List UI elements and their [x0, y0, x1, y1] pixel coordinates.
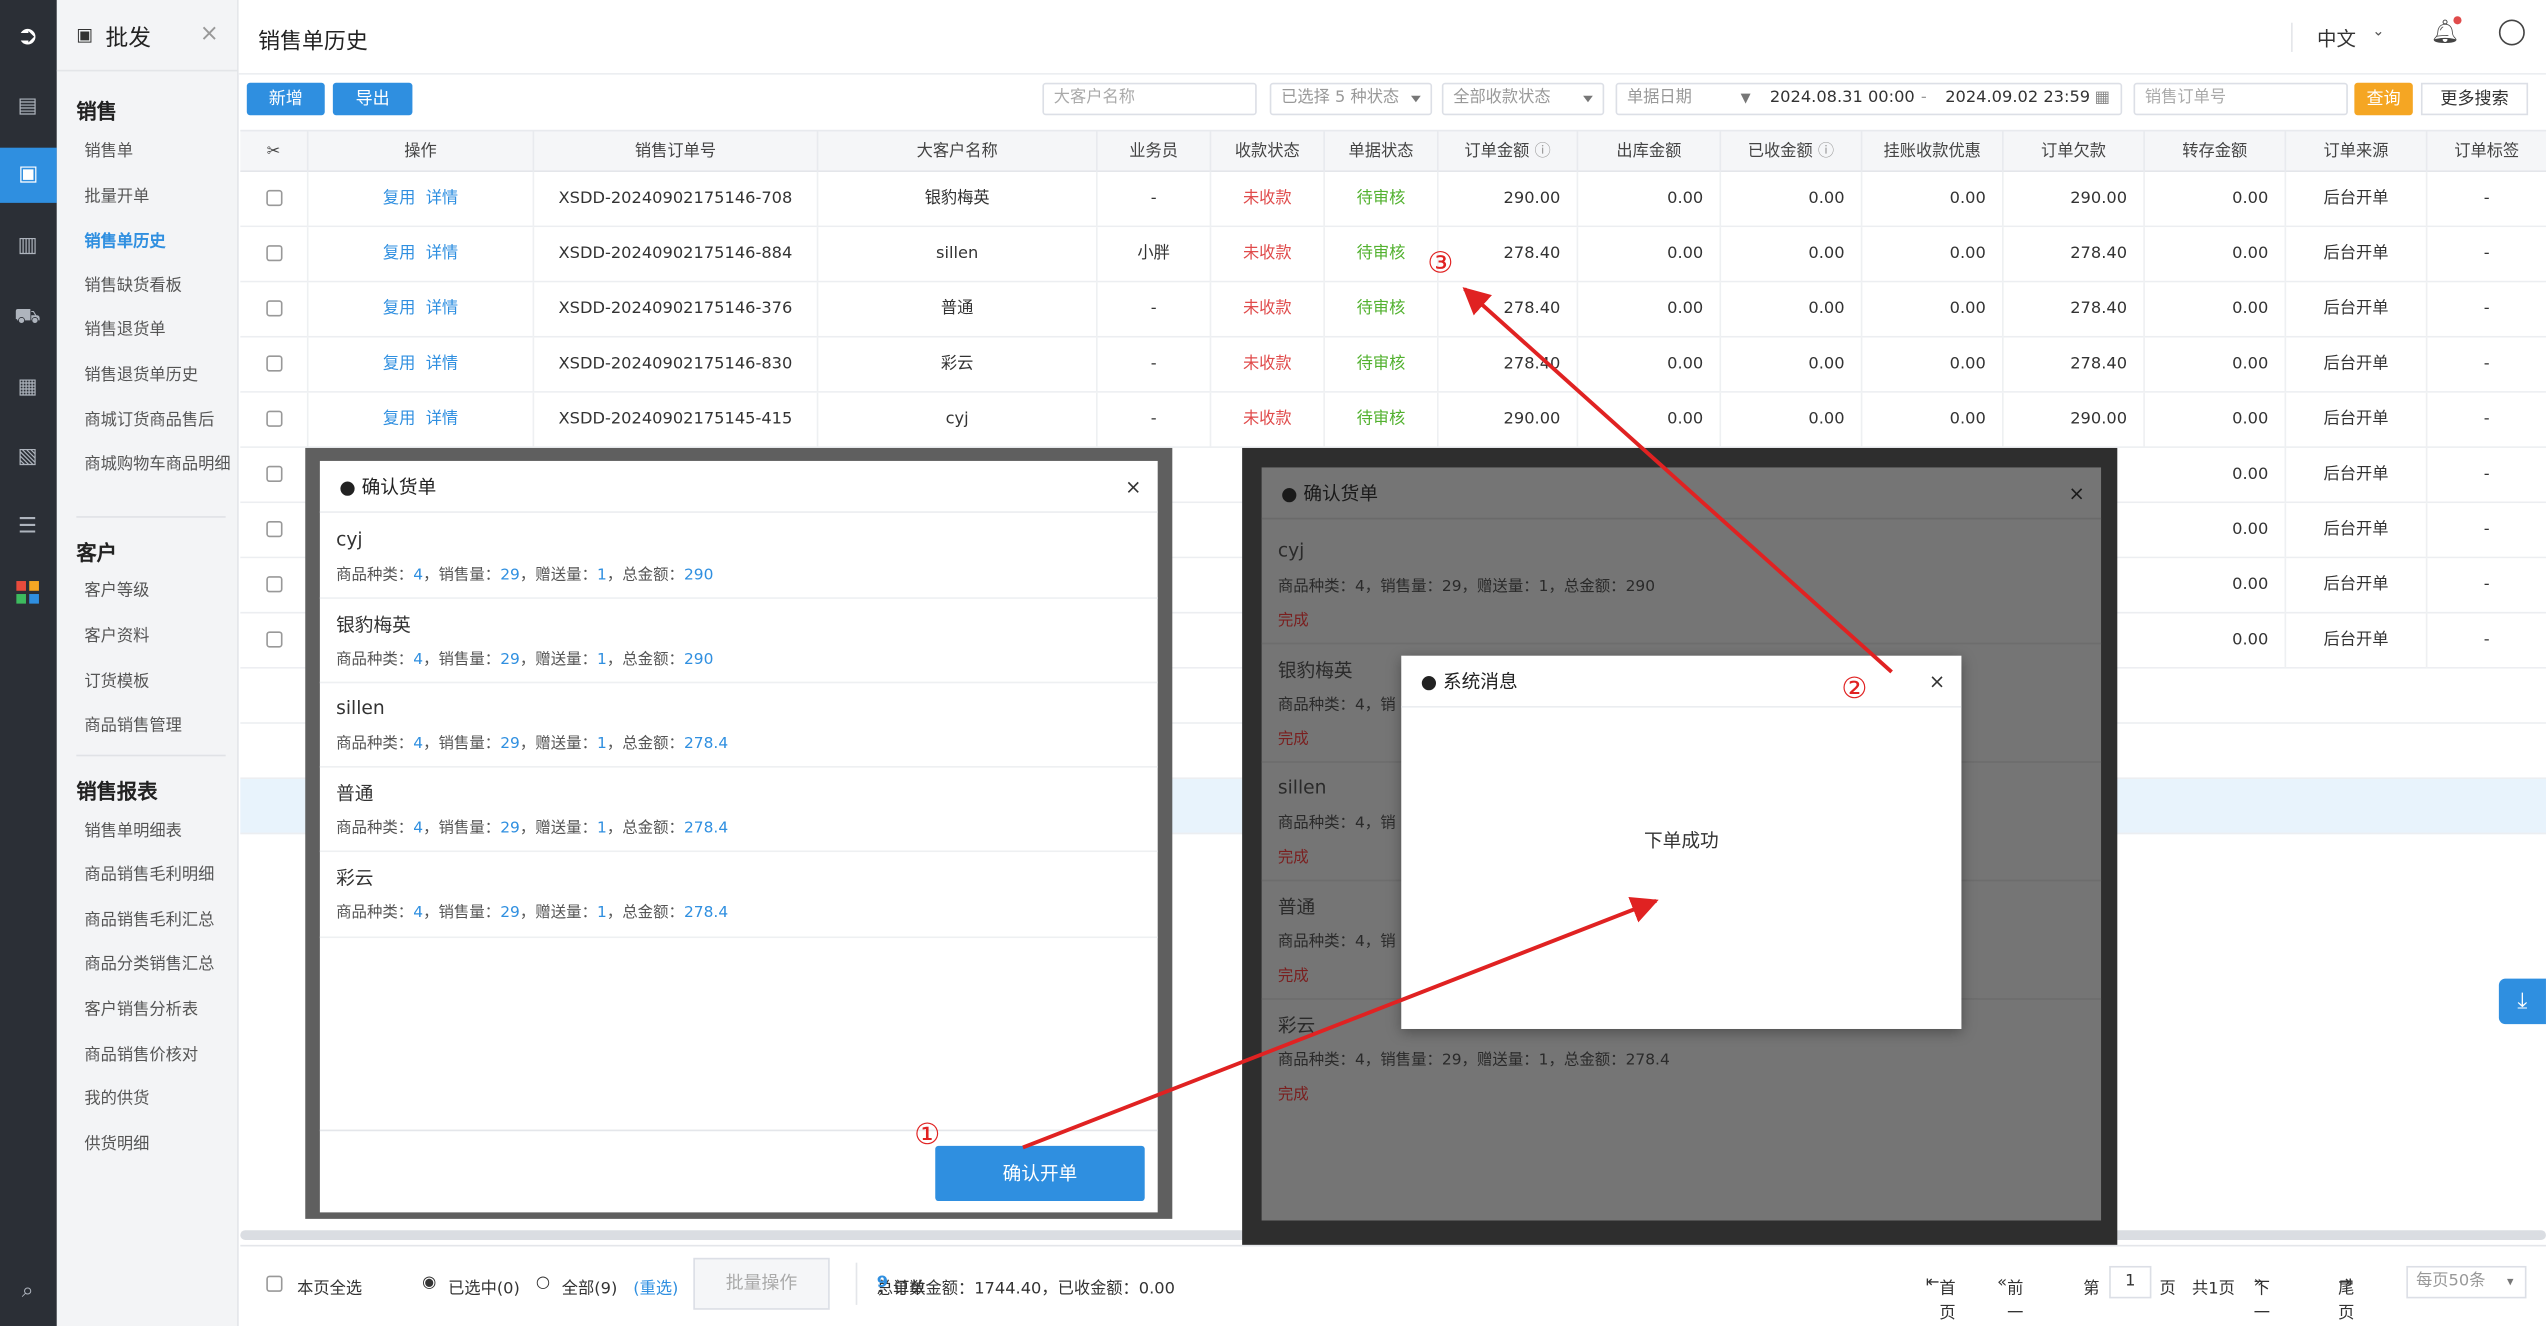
step-1-marker: ① [914, 1118, 941, 1153]
arrow-1-to-2 [1022, 896, 1659, 1150]
step-2-marker: ② [1841, 671, 1868, 707]
annotation-arrows [1022, 287, 1893, 1150]
step-3-marker: ③ [1427, 246, 1454, 281]
arrow-2-to-3 [1462, 287, 1893, 674]
